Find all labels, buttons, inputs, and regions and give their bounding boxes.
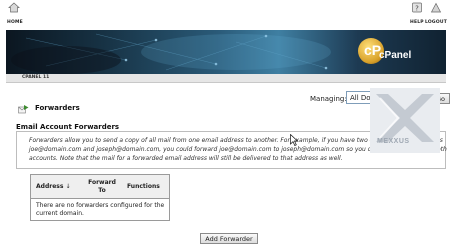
breadcrumb: CPANEL 11	[6, 74, 446, 83]
breadcrumb-home[interactable]: CPANEL 11	[22, 75, 49, 80]
header-banner: cP cPanel	[6, 30, 446, 74]
help-link[interactable]: HELP	[410, 20, 424, 25]
forwarders-table: Address ↓ Forward To Functions There are…	[30, 174, 170, 221]
empty-message: There are no forwarders configured for t…	[36, 202, 165, 217]
home-link[interactable]: HOME	[7, 20, 23, 25]
managing-label: Managing:	[310, 95, 347, 103]
page-title: Forwarders	[35, 104, 80, 112]
table-header: Address ↓ Forward To Functions	[31, 175, 169, 199]
watermark-text: MEXXUS	[377, 138, 410, 145]
home-icon[interactable]	[8, 2, 20, 13]
table-row: There are no forwarders configured for t…	[31, 199, 169, 220]
column-forward-to[interactable]: Forward To	[84, 179, 120, 195]
logout-icon[interactable]	[430, 2, 442, 13]
top-toolbar: HOME ? HELP LOGOUT	[0, 0, 450, 30]
logout-link[interactable]: LOGOUT	[425, 20, 447, 25]
forwarder-icon	[18, 105, 29, 114]
section-title: Email Account Forwarders	[16, 123, 120, 131]
help-icon[interactable]: ?	[411, 2, 423, 13]
add-forwarder-button[interactable]: Add Forwarder	[200, 233, 258, 244]
mouse-cursor-icon	[290, 134, 298, 146]
svg-text:?: ?	[415, 4, 419, 12]
cpanel-logo-text: cPanel	[379, 50, 412, 61]
sort-down-icon[interactable]: ↓	[66, 183, 71, 190]
column-address[interactable]: Address ↓	[36, 183, 71, 190]
column-functions: Functions	[127, 183, 160, 190]
